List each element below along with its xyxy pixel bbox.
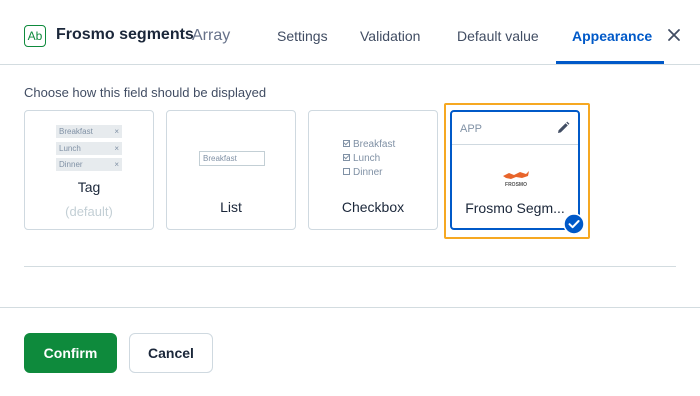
tag-pill: Lunch × bbox=[56, 142, 122, 155]
remove-icon: × bbox=[114, 144, 119, 153]
tag-pill-label: Dinner bbox=[59, 160, 83, 169]
app-badge: APP bbox=[460, 123, 483, 135]
tab-default-value[interactable]: Default value bbox=[457, 28, 539, 44]
field-type: Array bbox=[192, 27, 231, 44]
checkbox-preview-label: Lunch bbox=[353, 153, 381, 164]
checkbox-preview-row: Dinner bbox=[343, 167, 382, 179]
pencil-icon[interactable] bbox=[556, 121, 570, 135]
checkbox-preview-row: Breakfast bbox=[343, 139, 395, 151]
modal-header: Ab Frosmo segments Array Settings Valida… bbox=[0, 0, 700, 65]
appearance-option-app[interactable]: APP FROSMO Frosmo Segm... bbox=[450, 110, 585, 235]
tag-pill-label: Breakfast bbox=[59, 127, 93, 136]
tag-pill-label: Lunch bbox=[59, 144, 81, 153]
section-divider bbox=[24, 266, 676, 267]
frosmo-logo-text: FROSMO bbox=[505, 182, 527, 188]
tag-pill: Breakfast × bbox=[56, 125, 122, 138]
modal-footer: Confirm Cancel bbox=[0, 307, 700, 396]
app-card-header: APP bbox=[452, 112, 578, 145]
active-tab-indicator bbox=[556, 61, 664, 64]
selected-check-icon bbox=[563, 213, 585, 235]
card-label: Checkbox bbox=[341, 199, 405, 215]
list-preview-input: Breakfast bbox=[199, 151, 265, 166]
checkbox-checked-icon bbox=[343, 154, 350, 161]
tab-appearance[interactable]: Appearance bbox=[572, 28, 652, 44]
card-label: Tag bbox=[77, 179, 101, 195]
appearance-prompt: Choose how this field should be displaye… bbox=[24, 85, 267, 100]
field-type-icon: Ab bbox=[24, 25, 46, 47]
checkbox-preview-row: Lunch bbox=[343, 153, 380, 165]
checkbox-unchecked-icon bbox=[343, 168, 350, 175]
checkbox-preview-label: Dinner bbox=[353, 167, 383, 178]
card-sublabel: (default) bbox=[65, 204, 113, 219]
appearance-option-checkbox[interactable]: Breakfast Lunch Dinner Checkbox bbox=[308, 110, 438, 230]
frosmo-logo: FROSMO bbox=[503, 171, 529, 188]
checkbox-preview-label: Breakfast bbox=[353, 139, 396, 150]
confirm-button[interactable]: Confirm bbox=[24, 333, 117, 373]
cancel-button[interactable]: Cancel bbox=[129, 333, 213, 373]
checkbox-checked-icon bbox=[343, 140, 350, 147]
close-icon[interactable] bbox=[664, 25, 684, 45]
remove-icon: × bbox=[114, 160, 119, 169]
appearance-option-list[interactable]: Breakfast List bbox=[166, 110, 296, 230]
tab-settings[interactable]: Settings bbox=[277, 28, 328, 44]
field-title: Frosmo segments bbox=[56, 26, 194, 43]
card-label: Frosmo Segm... bbox=[465, 200, 565, 216]
appearance-option-tag[interactable]: Breakfast × Lunch × Dinner × Tag (defaul… bbox=[24, 110, 154, 230]
card-label: List bbox=[220, 199, 242, 215]
remove-icon: × bbox=[114, 127, 119, 136]
tag-pill: Dinner × bbox=[56, 158, 122, 171]
tab-validation[interactable]: Validation bbox=[360, 28, 420, 44]
